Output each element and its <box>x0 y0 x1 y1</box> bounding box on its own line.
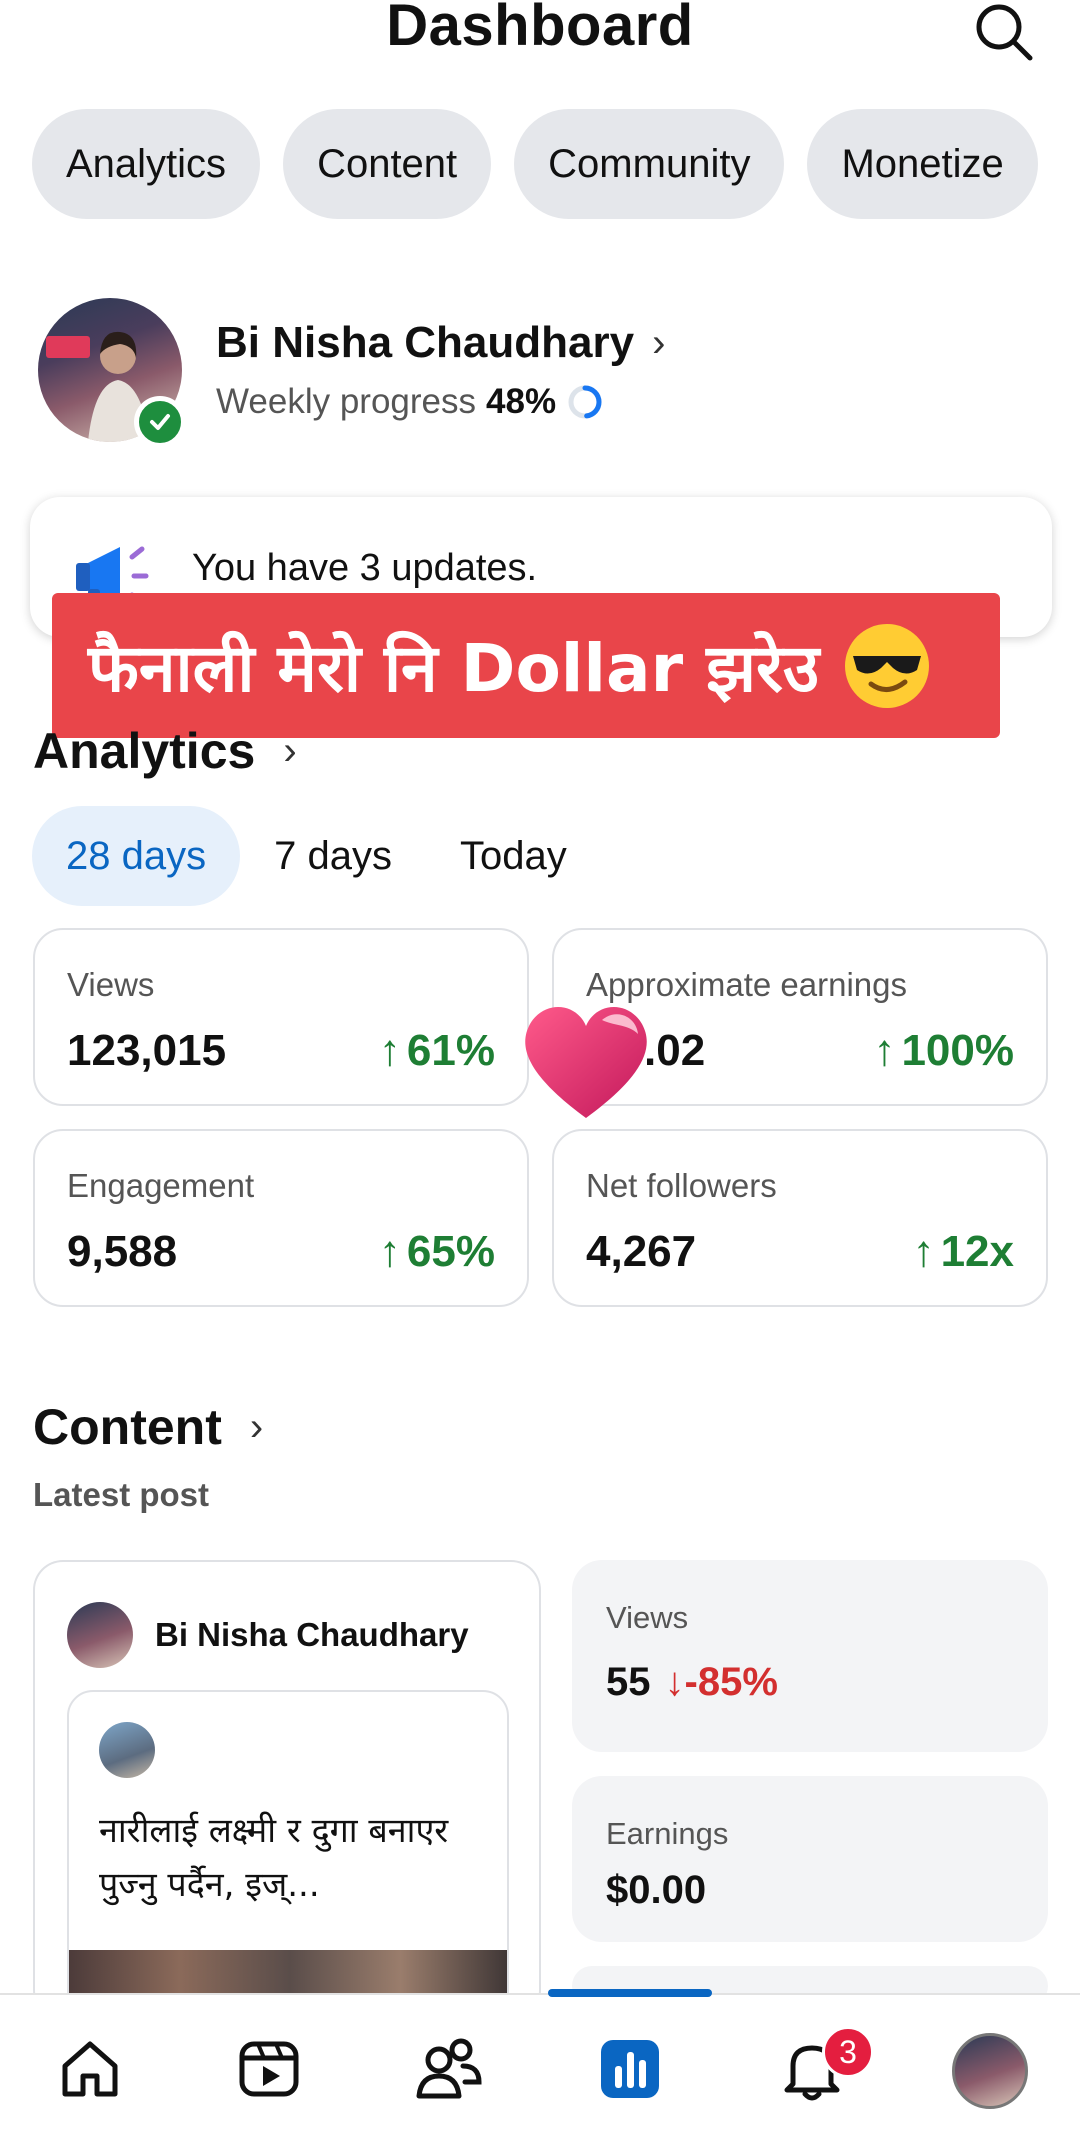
analytics-section-link[interactable]: Analytics › <box>33 722 297 780</box>
latest-post-card[interactable]: Bi Nisha Chaudhary नारीलाई लक्ष्मी र दुग… <box>33 1560 541 2020</box>
stat-value: 9,588 <box>67 1227 178 1276</box>
post-earnings-card[interactable]: Earnings $0.00 <box>572 1776 1048 1942</box>
post-text: नारीलाई लक्ष्मी र दुगा बनाएर पुज्नु पर्द… <box>99 1811 449 1905</box>
arrow-up-icon: ↑ <box>378 1227 401 1276</box>
stat-label: Net followers <box>586 1167 777 1204</box>
stat-change: ↑ 100% <box>873 1026 1014 1076</box>
stat-value: 4,267 <box>586 1227 697 1276</box>
content-title: Content <box>33 1399 222 1455</box>
post-author-name: Bi Nisha Chaudhary <box>155 1616 469 1653</box>
views-change: -85% <box>684 1660 778 1704</box>
stat-card-engagement[interactable]: Engagement 9,588 ↑ 65% <box>33 1129 529 1307</box>
nav-dashboard[interactable] <box>590 2029 670 2109</box>
nav-profile-avatar[interactable] <box>952 2033 1028 2109</box>
nav-home[interactable] <box>50 2029 130 2109</box>
sunglasses-emoji-icon <box>845 623 930 708</box>
arrow-up-icon: ↑ <box>873 1026 896 1075</box>
period-7-days[interactable]: 7 days <box>240 806 426 906</box>
active-tab-indicator <box>548 1989 712 1997</box>
metric-value: 55 ↓ -85% <box>606 1660 778 1705</box>
stat-label: Engagement <box>67 1167 255 1204</box>
latest-post-label: Latest post <box>33 1476 210 1513</box>
content-section-link[interactable]: Content › <box>33 1398 263 1456</box>
overlay-caption-banner: फैनाली मेरो नि Dollar झरेउ <box>52 593 1000 738</box>
stat-value: 123,015 <box>67 1026 227 1075</box>
stat-card-views[interactable]: Views 123,015 ↑ 61% <box>33 928 529 1106</box>
arrow-down-icon: ↓ <box>664 1660 685 1704</box>
stat-change-value: 61% <box>406 1026 495 1075</box>
header: Dashboard <box>0 0 1080 70</box>
home-icon <box>62 2041 118 2097</box>
stat-change-value: 100% <box>901 1026 1014 1075</box>
nav-friends[interactable] <box>408 2029 488 2109</box>
search-icon[interactable] <box>972 0 1036 64</box>
avatar <box>67 1602 133 1668</box>
overlay-caption-text: फैनाली मेरो नि Dollar झरेउ <box>88 629 820 707</box>
arrow-up-icon: ↑ <box>378 1026 401 1075</box>
analytics-title: Analytics <box>33 723 256 779</box>
dashboard-icon <box>601 2040 659 2098</box>
profile-header[interactable]: Bi Nisha Chaudhary › Weekly progress 48% <box>38 298 1038 448</box>
stat-change: ↑ 65% <box>379 1227 495 1277</box>
earnings-value: $0.00 <box>606 1868 707 1912</box>
period-tabs: 28 days 7 days Today <box>32 806 601 906</box>
period-today[interactable]: Today <box>426 806 601 906</box>
metric-label: Views <box>606 1600 689 1635</box>
heart-sticker-icon <box>525 1006 647 1118</box>
period-28-days[interactable]: 28 days <box>32 806 241 906</box>
profile-name-link[interactable]: Bi Nisha Chaudhary › <box>216 318 665 368</box>
stat-change-value: 65% <box>406 1227 495 1276</box>
tab-community[interactable]: Community <box>514 109 785 219</box>
progress-value: 48% <box>486 382 557 421</box>
tab-analytics[interactable]: Analytics <box>32 109 261 219</box>
post-views-card[interactable]: Views 55 ↓ -85% <box>572 1560 1048 1752</box>
shared-post[interactable]: नारीलाई लक्ष्मी र दुगा बनाएर पुज्नु पर्द… <box>67 1690 509 2020</box>
stat-change-value: 12x <box>940 1227 1014 1276</box>
video-icon <box>239 2041 299 2097</box>
tab-monetize[interactable]: Monetize <box>807 109 1038 219</box>
stat-change: ↑ 61% <box>379 1026 495 1076</box>
chevron-right-icon: › <box>652 320 666 365</box>
updates-text: You have 3 updates. <box>192 547 538 589</box>
weekly-progress: Weekly progress 48% <box>216 382 604 422</box>
nav-video[interactable] <box>229 2029 309 2109</box>
section-tabs: Analytics Content Community Monetize <box>32 109 1038 219</box>
page-title: Dashboard <box>386 0 694 58</box>
metric-label: Earnings <box>606 1816 729 1851</box>
arrow-up-icon: ↑ <box>912 1227 935 1276</box>
tab-content[interactable]: Content <box>283 109 492 219</box>
chevron-right-icon: › <box>249 1404 264 1449</box>
stat-label: Views <box>67 966 155 1003</box>
notification-badge: 3 <box>822 2026 874 2078</box>
bottom-navigation <box>0 1989 1080 2152</box>
stat-card-net-followers[interactable]: Net followers 4,267 ↑ 12x <box>552 1129 1048 1307</box>
views-value: 55 <box>606 1660 651 1704</box>
profile-name: Bi Nisha Chaudhary <box>216 318 635 367</box>
progress-ring-icon <box>568 385 602 419</box>
friends-icon <box>416 2038 482 2099</box>
avatar <box>99 1722 155 1778</box>
stat-change: ↑ 12x <box>913 1227 1014 1277</box>
progress-label: Weekly progress <box>216 382 477 421</box>
verified-check-icon <box>134 396 186 448</box>
post-author: Bi Nisha Chaudhary <box>67 1602 469 1668</box>
chevron-right-icon: › <box>283 728 297 773</box>
